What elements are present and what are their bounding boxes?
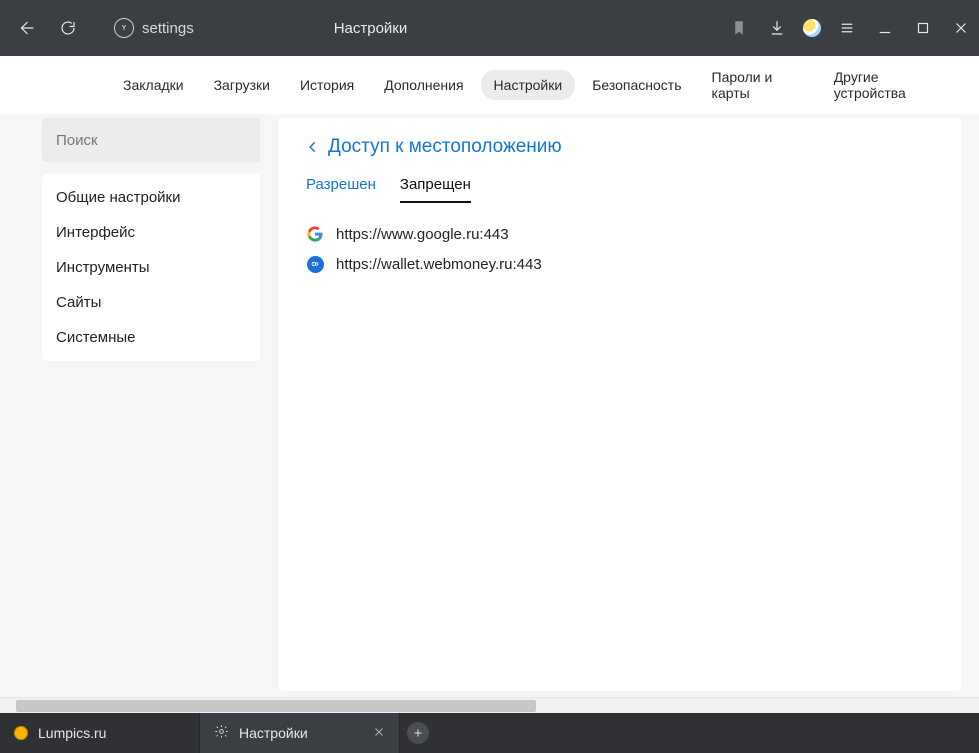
topnav-history[interactable]: История — [287, 70, 367, 100]
downloads-icon[interactable] — [765, 16, 789, 40]
site-url: https://wallet.webmoney.ru:443 — [336, 256, 542, 273]
tab-allowed[interactable]: Разрешен — [306, 176, 376, 203]
topnav-security[interactable]: Безопасность — [579, 70, 694, 100]
topnav-passwords[interactable]: Пароли и карты — [699, 62, 817, 108]
sidebar-item-system[interactable]: Системные — [42, 320, 260, 355]
titlebar: Y settings Настройки — [0, 0, 979, 56]
settings-sidebar: Общие настройки Интерфейс Инструменты Са… — [42, 174, 260, 361]
menu-icon[interactable] — [835, 16, 859, 40]
reload-button[interactable] — [56, 16, 80, 40]
site-url: https://www.google.ru:443 — [336, 226, 509, 243]
webmoney-icon — [306, 255, 324, 273]
search-input[interactable] — [56, 132, 246, 149]
content-area: Общие настройки Интерфейс Инструменты Са… — [0, 114, 979, 697]
back-button[interactable] — [14, 16, 38, 40]
heading-label: Доступ к местоположению — [328, 136, 562, 158]
settings-search[interactable] — [42, 118, 260, 162]
close-button[interactable] — [949, 16, 973, 40]
back-to-location-access[interactable]: Доступ к местоположению — [306, 136, 933, 158]
tab-settings[interactable]: Настройки — [200, 713, 400, 753]
yandex-icon: Y — [114, 18, 134, 38]
site-row[interactable]: https://wallet.webmoney.ru:443 — [306, 255, 933, 273]
bookmark-icon[interactable] — [727, 16, 751, 40]
gear-icon — [214, 724, 229, 742]
permission-tabs: Разрешен Запрещен — [306, 176, 933, 203]
google-icon — [306, 225, 324, 243]
browser-tabbar: Lumpics.ru Настройки — [0, 713, 979, 753]
tab-close-button[interactable] — [373, 725, 385, 741]
maximize-button[interactable] — [911, 16, 935, 40]
settings-topnav: Закладки Загрузки История Дополнения Нас… — [0, 56, 979, 114]
address-bar[interactable]: Y settings — [114, 18, 194, 38]
sidebar-item-general[interactable]: Общие настройки — [42, 180, 260, 215]
address-text: settings — [142, 20, 194, 37]
minimize-button[interactable] — [873, 16, 897, 40]
topnav-bookmarks[interactable]: Закладки — [110, 70, 197, 100]
new-tab-button[interactable] — [400, 713, 436, 753]
chevron-left-icon — [306, 140, 320, 154]
tab-label: Настройки — [239, 725, 308, 741]
page-title: Настройки — [334, 20, 408, 37]
tab-label: Lumpics.ru — [38, 725, 106, 741]
weather-icon[interactable] — [803, 19, 821, 37]
topnav-downloads[interactable]: Загрузки — [201, 70, 283, 100]
site-list: https://www.google.ru:443 https://wallet… — [306, 225, 933, 273]
sidebar-item-sites[interactable]: Сайты — [42, 285, 260, 320]
tab-lumpics[interactable]: Lumpics.ru — [0, 713, 200, 753]
topnav-other-devices[interactable]: Другие устройства — [821, 62, 955, 108]
topnav-addons[interactable]: Дополнения — [371, 70, 476, 100]
topnav-settings[interactable]: Настройки — [481, 70, 576, 100]
tab-denied[interactable]: Запрещен — [400, 176, 471, 203]
sidebar-item-interface[interactable]: Интерфейс — [42, 215, 260, 250]
lumpics-icon — [14, 726, 28, 740]
site-row[interactable]: https://www.google.ru:443 — [306, 225, 933, 243]
sidebar-item-tools[interactable]: Инструменты — [42, 250, 260, 285]
scrollbar-thumb[interactable] — [16, 700, 536, 712]
horizontal-scrollbar[interactable] — [0, 697, 979, 713]
